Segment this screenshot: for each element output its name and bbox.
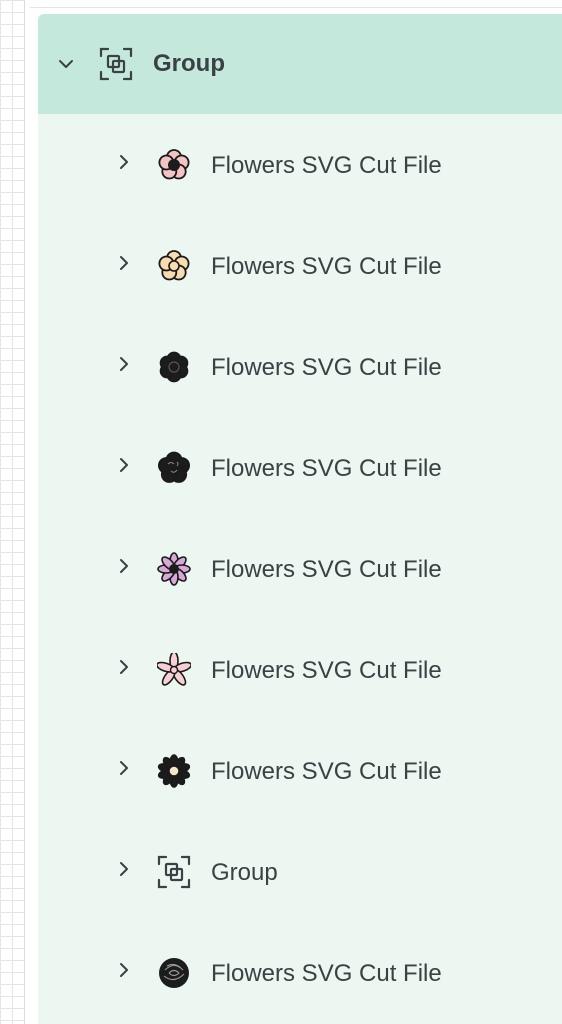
layer-row[interactable]: Flowers SVG Cut File [38,115,562,216]
layers-panel: Group Flowers SVG Cut File Flowers SVG Cu… [38,14,562,1024]
layer-group-row[interactable]: Group [38,14,562,114]
flower-icon [156,753,192,789]
flower-icon [156,248,192,284]
layer-label: Flowers SVG Cut File [211,253,442,280]
flower-icon [156,551,192,587]
layer-label: Flowers SVG Cut File [211,354,442,381]
flower-icon [156,450,192,486]
chevron-right-icon[interactable] [114,657,134,677]
layer-label: Flowers SVG Cut File [211,960,442,987]
layer-label: Flowers SVG Cut File [211,455,442,482]
layer-row[interactable]: Flowers SVG Cut File [38,620,562,721]
layer-label: Flowers SVG Cut File [211,657,442,684]
layer-row[interactable]: Flowers SVG Cut File [38,216,562,317]
layer-label: Flowers SVG Cut File [211,556,442,583]
layer-label: Flowers SVG Cut File [211,758,442,785]
canvas-grid [0,0,25,1024]
flower-icon [156,955,192,991]
chevron-right-icon[interactable] [114,152,134,172]
chevron-down-icon[interactable] [56,54,76,74]
layer-label: Group [211,859,278,886]
group-label: Group [153,50,225,77]
layer-row[interactable]: Flowers SVG Cut File [38,317,562,418]
flower-icon [156,652,192,688]
layer-row[interactable]: Flowers SVG Cut File [38,418,562,519]
layer-row[interactable]: Flowers SVG Cut File [38,721,562,822]
chevron-right-icon[interactable] [114,455,134,475]
chevron-right-icon[interactable] [114,758,134,778]
chevron-right-icon[interactable] [114,960,134,980]
layer-row[interactable]: Flowers SVG Cut File [38,923,562,1024]
chevron-right-icon[interactable] [114,354,134,374]
chevron-right-icon[interactable] [114,253,134,273]
panel-divider [30,7,562,8]
layer-group-row[interactable]: Group [38,822,562,923]
chevron-right-icon[interactable] [114,859,134,879]
chevron-right-icon[interactable] [114,556,134,576]
flower-icon [156,147,192,183]
group-icon [98,46,134,82]
layer-label: Flowers SVG Cut File [211,152,442,179]
layer-row[interactable]: Flowers SVG Cut File [38,519,562,620]
flower-icon [156,349,192,385]
group-icon [156,854,192,890]
